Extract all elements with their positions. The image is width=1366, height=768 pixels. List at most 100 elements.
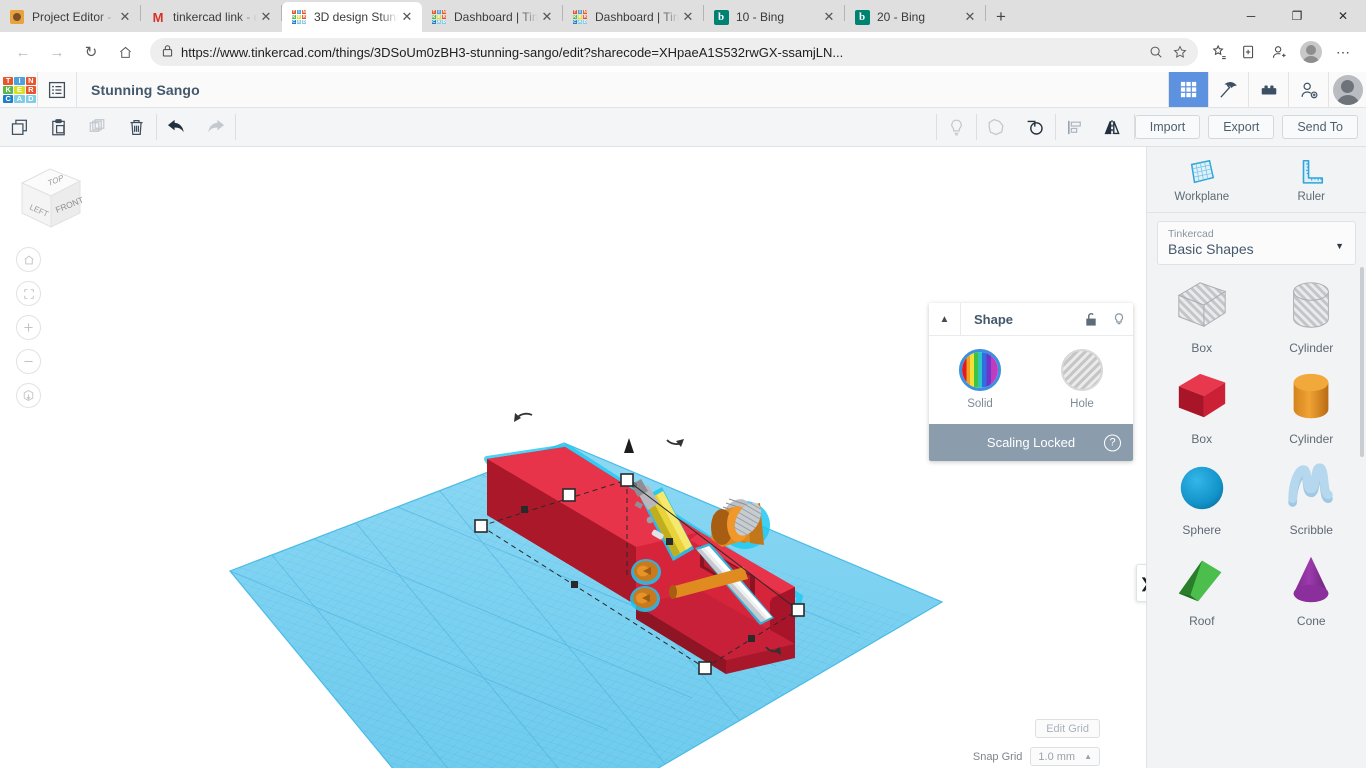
project-editor-favicon bbox=[9, 9, 25, 25]
shape-label: Scribble bbox=[1289, 523, 1333, 537]
scaling-status-bar: Scaling Locked ? bbox=[929, 424, 1133, 461]
window-maximize-button[interactable]: ❐ bbox=[1274, 0, 1320, 32]
browser-tab-1[interactable]: M tinkercad link - da ✕ bbox=[141, 2, 281, 32]
delete-icon[interactable] bbox=[117, 108, 156, 147]
tab-close-icon[interactable]: ✕ bbox=[116, 8, 134, 26]
paste-icon[interactable] bbox=[39, 108, 78, 147]
browser-tab-3[interactable]: TIN KER CAD Dashboard | Tinke ✕ bbox=[422, 2, 562, 32]
shape-item-cylinder-orange[interactable]: Cylinder bbox=[1257, 369, 1366, 446]
shape-item-scribble[interactable]: Scribble bbox=[1257, 460, 1366, 537]
redo-icon[interactable] bbox=[196, 108, 235, 147]
list-menu-icon[interactable] bbox=[38, 72, 76, 107]
toolbar-edit-group bbox=[0, 108, 236, 147]
library-select[interactable]: Tinkercad Basic Shapes ▼ bbox=[1157, 221, 1356, 265]
browser-profile-avatar[interactable] bbox=[1300, 41, 1322, 63]
shape-label: Sphere bbox=[1182, 523, 1222, 537]
zoom-out-icon[interactable] bbox=[16, 349, 41, 374]
height-handle[interactable] bbox=[624, 438, 634, 453]
shape-item-cylinder-hole[interactable]: Cylinder bbox=[1257, 278, 1366, 355]
browser-chrome: Project Editor - Ins ✕ M tinkercad link … bbox=[0, 0, 1366, 72]
tab-close-icon[interactable]: ✕ bbox=[538, 8, 556, 26]
favorites-icon[interactable] bbox=[1204, 37, 1234, 67]
window-close-button[interactable]: ✕ bbox=[1320, 0, 1366, 32]
shape-item-box-red[interactable]: Box bbox=[1147, 369, 1257, 446]
logo-letter: E bbox=[14, 85, 25, 94]
ortho-view-icon[interactable] bbox=[16, 383, 41, 408]
bing-favicon: b bbox=[713, 9, 729, 25]
tinkercad-logo[interactable]: T I N K E R C A D bbox=[0, 72, 37, 107]
logo-letter: N bbox=[25, 76, 36, 85]
fit-view-icon[interactable] bbox=[16, 281, 41, 306]
send-to-button[interactable]: Send To bbox=[1282, 115, 1358, 139]
snap-grid-label: Snap Grid bbox=[972, 750, 1023, 763]
chevron-down-icon[interactable]: ▼ bbox=[1335, 241, 1344, 251]
shape-label: Roof bbox=[1189, 614, 1215, 628]
shape-item-cone-purple[interactable]: Cone bbox=[1257, 551, 1366, 628]
ruler-tool[interactable]: Ruler bbox=[1257, 147, 1366, 212]
lightbulb-icon[interactable] bbox=[937, 108, 976, 147]
reload-icon[interactable]: ↻ bbox=[76, 37, 106, 67]
ungroup-icon[interactable] bbox=[1016, 108, 1055, 147]
new-tab-button[interactable]: + bbox=[986, 3, 1016, 31]
solid-option[interactable]: Solid bbox=[929, 349, 1031, 410]
browser-tab-2-active[interactable]: TIN KER CAD 3D design Stunnin ✕ bbox=[282, 2, 422, 32]
home-view-icon[interactable] bbox=[16, 247, 41, 272]
roller-part[interactable] bbox=[711, 494, 770, 549]
tab-close-icon[interactable]: ✕ bbox=[679, 8, 697, 26]
snap-grid-select[interactable]: 1.0 mm ▲ bbox=[1030, 747, 1100, 766]
logo-letter: I bbox=[14, 76, 25, 85]
view-cube[interactable]: TOP LEFT FRONT bbox=[10, 157, 90, 237]
browser-tab-4[interactable]: TIN KER CAD Dashboard | Tinke ✕ bbox=[563, 2, 703, 32]
settings-more-icon[interactable]: ⋯ bbox=[1328, 37, 1358, 67]
library-select-wrap: Tinkercad Basic Shapes ▼ bbox=[1147, 213, 1366, 274]
unlock-icon[interactable] bbox=[1077, 312, 1105, 327]
tab-close-icon[interactable]: ✕ bbox=[398, 8, 416, 26]
collections-icon[interactable] bbox=[1234, 37, 1264, 67]
browser-tab-6[interactable]: b 20 - Bing ✕ bbox=[845, 2, 985, 32]
export-button[interactable]: Export bbox=[1208, 115, 1275, 139]
copy-icon[interactable] bbox=[0, 108, 39, 147]
import-button[interactable]: Import bbox=[1134, 115, 1201, 139]
url-input[interactable]: https://www.tinkercad.com/things/3DSoUm0… bbox=[150, 38, 1198, 66]
workplane-tool[interactable]: Workplane bbox=[1147, 147, 1257, 212]
tab-close-icon[interactable]: ✕ bbox=[961, 8, 979, 26]
star-icon[interactable] bbox=[1168, 40, 1192, 64]
zoom-out-icon[interactable] bbox=[1144, 40, 1168, 64]
invite-person-icon[interactable] bbox=[1288, 72, 1328, 107]
shape-item-box-hole[interactable]: Box bbox=[1147, 278, 1257, 355]
duplicate-icon[interactable] bbox=[78, 108, 117, 147]
profile-add-icon[interactable] bbox=[1264, 37, 1294, 67]
sidebar-scrollbar[interactable] bbox=[1360, 267, 1364, 457]
question-mark-icon[interactable]: ? bbox=[1104, 434, 1121, 451]
zoom-in-icon[interactable] bbox=[16, 315, 41, 340]
browser-tab-0[interactable]: Project Editor - Ins ✕ bbox=[0, 2, 140, 32]
blocks-icon[interactable] bbox=[1248, 72, 1288, 107]
shape-label: Cone bbox=[1296, 614, 1326, 628]
tab-close-icon[interactable]: ✕ bbox=[820, 8, 838, 26]
edit-grid-button[interactable]: Edit Grid bbox=[1035, 719, 1100, 738]
back-icon[interactable]: ← bbox=[8, 37, 38, 67]
home-icon[interactable] bbox=[110, 37, 140, 67]
user-avatar[interactable] bbox=[1328, 72, 1366, 107]
shape-item-roof-green[interactable]: Roof bbox=[1147, 551, 1257, 628]
chevron-up-icon[interactable]: ▲ bbox=[929, 303, 961, 336]
mirror-icon[interactable] bbox=[1095, 108, 1134, 147]
hole-option[interactable]: Hole bbox=[1031, 349, 1133, 410]
codeblocks-icon[interactable] bbox=[1208, 72, 1248, 107]
shape-label: Cylinder bbox=[1289, 432, 1334, 446]
browser-tab-5[interactable]: b 10 - Bing ✕ bbox=[704, 2, 844, 32]
sidebar-tools: Workplane Ruler bbox=[1147, 147, 1366, 213]
tab-close-icon[interactable]: ✕ bbox=[257, 8, 275, 26]
logo-letter: C bbox=[3, 94, 14, 103]
design-name[interactable]: Stunning Sango bbox=[77, 72, 200, 107]
cylinder-hole-icon bbox=[1293, 282, 1330, 328]
align-icon[interactable] bbox=[1056, 108, 1095, 147]
gallery-grid-icon[interactable] bbox=[1168, 72, 1208, 107]
window-minimize-button[interactable]: ─ bbox=[1228, 0, 1274, 32]
group-icon[interactable] bbox=[977, 108, 1016, 147]
tinkercad-header: T I N K E R C A D Stunning Sango bbox=[0, 72, 1366, 108]
undo-icon[interactable] bbox=[157, 108, 196, 147]
forward-icon[interactable]: → bbox=[42, 37, 72, 67]
shape-item-sphere-blue[interactable]: Sphere bbox=[1147, 460, 1257, 537]
lightbulb-icon[interactable] bbox=[1105, 312, 1133, 327]
